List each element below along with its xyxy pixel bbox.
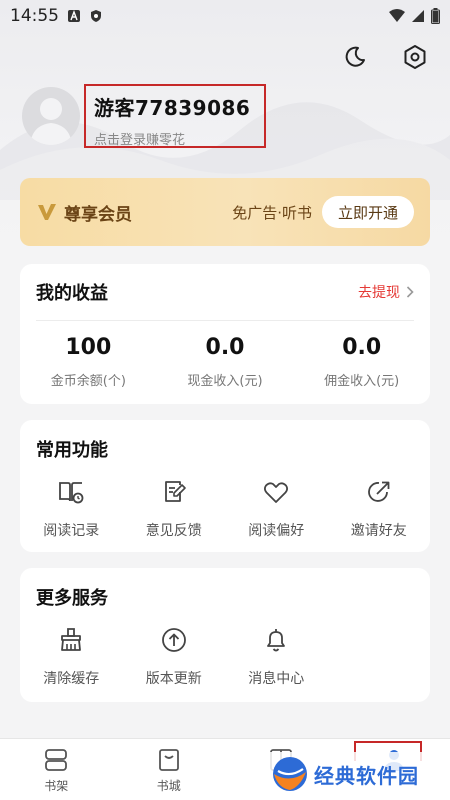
bell-icon [267, 629, 286, 652]
earnings-stats: 100 金币余额(个) 0.0 现金收入(元) 0.0 佣金收入(元) [20, 321, 430, 389]
function-label: 邀请好友 [350, 523, 407, 539]
bookshelf-icon [45, 749, 68, 771]
functions-grid: 阅读记录 意见反馈 阅读偏好 邀请好友 [20, 478, 430, 540]
functions-title: 常用功能 [36, 440, 108, 461]
services-title: 更多服务 [36, 588, 108, 609]
broom-icon [61, 628, 82, 651]
service-label: 清除缓存 [43, 671, 100, 687]
function-label: 意见反馈 [145, 523, 202, 539]
status-bar: 14:55 [0, 0, 450, 32]
shield-notification-icon [91, 10, 101, 22]
cloud-upload-icon [161, 628, 186, 652]
night-mode-button[interactable] [340, 42, 370, 72]
signal-icon [412, 10, 424, 22]
stat-label: 现金收入(元) [187, 374, 263, 389]
services-grid: 清除缓存 版本更新 消息中心 [20, 626, 430, 688]
default-avatar-icon [30, 98, 72, 145]
earnings-card: 我的收益 去提现 100 金币余额(个) 0.0 现金收入(元) 0.0 佣金收… [20, 264, 430, 404]
nav-bookstore[interactable]: 书城 [113, 739, 226, 800]
stat-value: 0.0 [205, 335, 245, 360]
wifi-icon [389, 9, 405, 22]
status-time: 14:55 [10, 6, 59, 26]
function-feedback[interactable]: 意见反馈 [123, 478, 226, 540]
chevron-right-icon [406, 286, 414, 298]
functions-card: 常用功能 阅读记录 意见反馈 阅读偏好 邀请好友 [20, 420, 430, 552]
vip-activate-button[interactable]: 立即开通 [321, 196, 414, 228]
vip-perks: 免广告·听书 [232, 203, 312, 222]
invite-icon [367, 481, 390, 502]
watermark-logo-icon [273, 757, 307, 791]
services-card: 更多服务 清除缓存 版本更新 消息中心 [20, 568, 430, 702]
bookstore-icon [158, 749, 179, 771]
username: 游客77839086 [94, 96, 251, 120]
settings-button[interactable] [400, 42, 430, 72]
function-label: 阅读偏好 [248, 523, 305, 539]
stat-cash-income[interactable]: 0.0 现金收入(元) [157, 335, 294, 389]
watermark-text: 经典软件园 [314, 763, 419, 788]
stat-label: 金币余额(个) [50, 374, 126, 389]
service-version-update[interactable]: 版本更新 [123, 626, 226, 688]
service-message-center[interactable]: 消息中心 [225, 626, 328, 688]
vip-v-icon [38, 204, 56, 220]
login-hint[interactable]: 点击登录赚零花 [94, 129, 256, 148]
function-reading-record[interactable]: 阅读记录 [20, 478, 123, 540]
top-actions [340, 42, 430, 72]
vip-title: 尊享会员 [64, 204, 132, 225]
app-notification-icon [68, 10, 80, 22]
watermark: 经典软件园 [268, 752, 425, 796]
nav-label: 书架 [44, 779, 69, 793]
vip-banner[interactable]: 尊享会员 免广告·听书 立即开通 [20, 178, 430, 246]
reading-record-icon [59, 482, 84, 504]
function-label: 阅读记录 [43, 523, 100, 539]
profile-section[interactable]: 游客77839086 点击登录赚零花 [22, 84, 266, 148]
stat-value: 100 [65, 335, 112, 360]
avatar[interactable] [22, 87, 80, 145]
withdraw-label: 去提现 [358, 285, 400, 301]
withdraw-link[interactable]: 去提现 [358, 282, 414, 302]
stat-coin-balance[interactable]: 100 金币余额(个) [20, 335, 157, 389]
service-label: 版本更新 [145, 671, 202, 687]
moon-icon [345, 46, 365, 67]
profile-info[interactable]: 游客77839086 点击登录赚零花 [84, 84, 266, 148]
stat-value: 0.0 [342, 335, 382, 360]
function-reading-preference[interactable]: 阅读偏好 [225, 478, 328, 540]
service-label: 消息中心 [248, 671, 305, 687]
heart-icon [264, 482, 289, 503]
function-invite-friends[interactable]: 邀请好友 [328, 478, 431, 540]
nav-label: 书城 [156, 779, 181, 793]
feedback-icon [164, 481, 186, 502]
nav-bookshelf[interactable]: 书架 [0, 739, 113, 800]
stat-label: 佣金收入(元) [324, 374, 400, 389]
service-clear-cache[interactable]: 清除缓存 [20, 626, 123, 688]
earnings-title: 我的收益 [36, 283, 108, 304]
stat-commission-income[interactable]: 0.0 佣金收入(元) [293, 335, 430, 389]
battery-icon [431, 8, 440, 24]
gear-icon [404, 45, 426, 69]
